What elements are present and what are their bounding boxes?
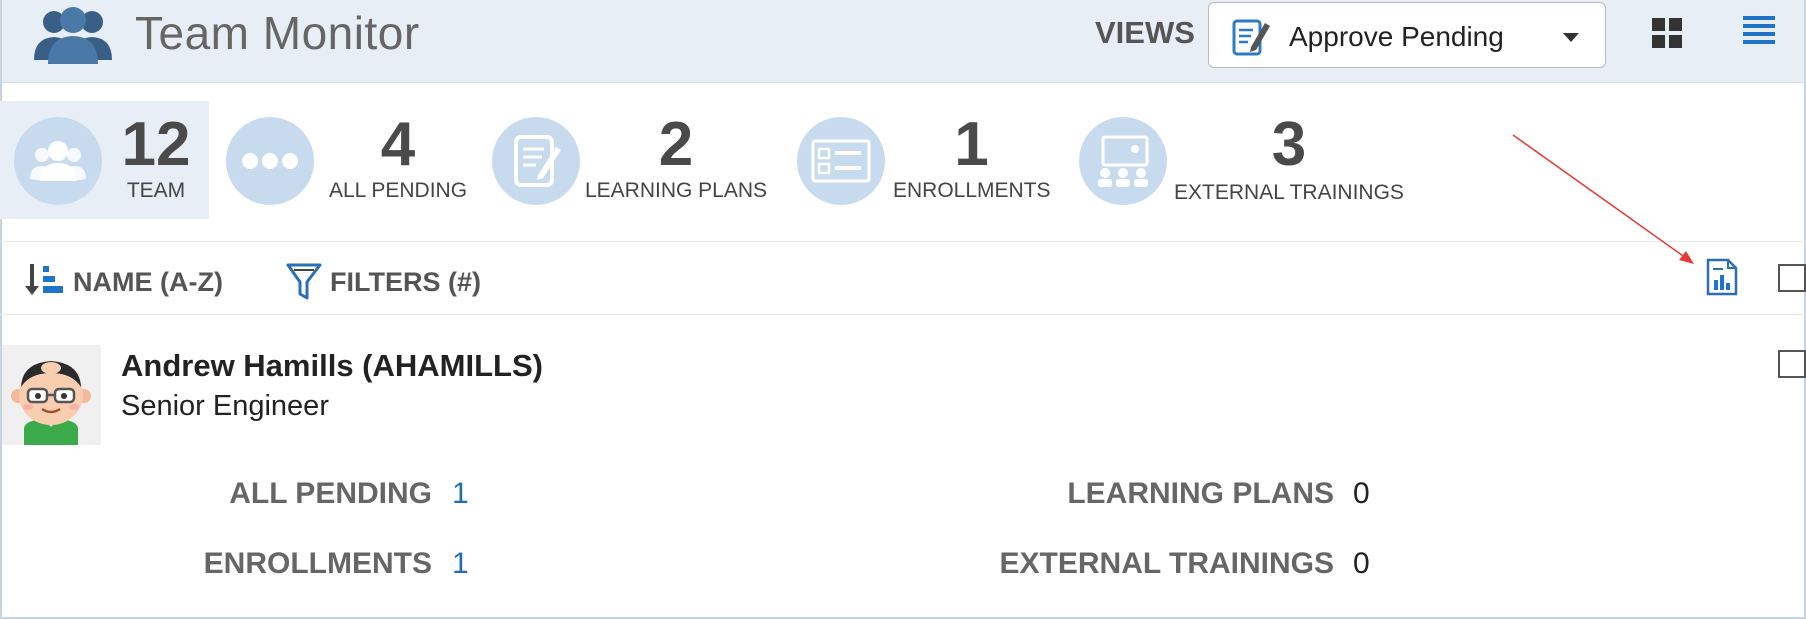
page-title: Team Monitor	[135, 7, 420, 59]
sort-filter-bar: NAME (A-Z) FILTERS (#)	[0, 241, 1806, 315]
stat-team[interactable]: 12 TEAM	[0, 101, 209, 219]
team-people-icon	[14, 117, 102, 205]
stat-all-pending[interactable]: 4 ALL PENDING	[224, 101, 474, 219]
chevron-down-icon	[1563, 33, 1579, 42]
classroom-icon	[1079, 117, 1167, 205]
funnel-icon	[286, 263, 322, 300]
stat-count: 2	[658, 110, 694, 179]
stats-bar: 12 TEAM 4 ALL PENDING 2 LEARNING PLANS 1…	[0, 101, 1806, 219]
employee-avatar-icon	[11, 361, 91, 445]
row-checkbox[interactable]	[1778, 350, 1806, 378]
stat-count: 12	[121, 110, 191, 179]
app-header: Team Monitor VIEWS Approve Pending	[0, 0, 1806, 83]
enrollment-list-icon	[797, 117, 885, 205]
sort-ascending-icon	[25, 264, 63, 295]
stat-learning-plans[interactable]: 2 LEARNING PLANS	[490, 101, 770, 219]
metric-label-learning-plans: LEARNING PLANS	[1067, 477, 1334, 510]
stat-label: EXTERNAL TRAININGS	[1174, 181, 1404, 204]
filter-label: FILTERS (#)	[330, 267, 481, 297]
stat-count: 4	[380, 110, 416, 179]
metric-value-enrollments[interactable]: 1	[452, 547, 469, 581]
stat-label: ENROLLMENTS	[893, 179, 1051, 202]
sort-label: NAME (A-Z)	[73, 267, 223, 297]
stat-external-trainings[interactable]: 3 EXTERNAL TRAININGS	[1077, 101, 1407, 219]
select-all-checkbox[interactable]	[1778, 264, 1806, 292]
stat-label: TEAM	[126, 179, 186, 202]
metric-label-external-trainings: EXTERNAL TRAININGS	[999, 547, 1334, 580]
list-view-icon[interactable]	[1742, 14, 1776, 50]
metric-value-learning-plans: 0	[1353, 477, 1370, 510]
avatar[interactable]	[2, 345, 101, 445]
employee-title: Senior Engineer	[121, 390, 329, 422]
learning-plan-icon	[492, 117, 580, 205]
employee-name[interactable]: Andrew Hamills (AHAMILLS)	[121, 348, 543, 384]
views-dropdown[interactable]: Approve Pending	[1208, 2, 1606, 68]
metric-value-all-pending[interactable]: 1	[452, 477, 469, 511]
metric-value-external-trainings: 0	[1353, 547, 1370, 580]
team-people-icon	[34, 7, 112, 64]
grid-view-icon[interactable]	[1650, 16, 1684, 50]
stat-label: ALL PENDING	[328, 179, 468, 202]
stat-enrollments[interactable]: 1 ENROLLMENTS	[795, 101, 1051, 219]
stat-count: 3	[1271, 110, 1307, 179]
edit-document-icon	[1232, 19, 1270, 56]
ellipsis-icon	[226, 117, 314, 205]
views-label: VIEWS	[1095, 15, 1195, 50]
metric-label-all-pending: ALL PENDING	[229, 477, 432, 510]
views-dropdown-value: Approve Pending	[1289, 21, 1504, 52]
stat-label: LEARNING PLANS	[584, 179, 768, 202]
stat-count: 1	[954, 110, 989, 179]
metric-label-enrollments: ENROLLMENTS	[203, 547, 432, 580]
report-chart-icon[interactable]	[1706, 258, 1738, 296]
